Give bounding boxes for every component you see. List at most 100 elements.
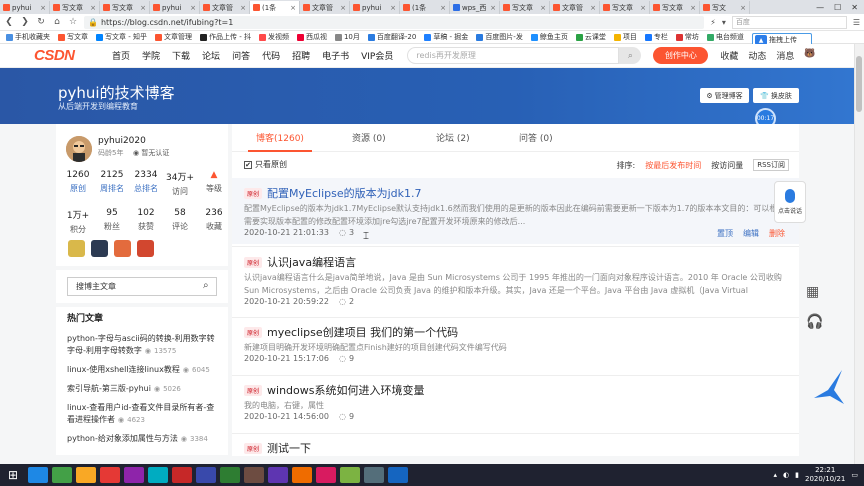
sort-by-latest[interactable]: 按最后发布时间 xyxy=(645,160,701,171)
qr-code-icon[interactable]: ▦ xyxy=(806,284,819,300)
browser-tab[interactable]: 写文章 × xyxy=(650,1,700,14)
site-search-button[interactable]: ⌕ xyxy=(619,47,642,64)
article-item[interactable]: 原创 配置MyEclipse的版本为jdk1.7 配置MyEclipse的版本为jd… xyxy=(232,178,799,244)
nav-item[interactable]: 代码 xyxy=(262,49,280,62)
tab-close-icon[interactable]: × xyxy=(390,4,396,12)
taskbar-app-icon[interactable] xyxy=(340,467,360,483)
bookmark-item[interactable]: 发视频 xyxy=(258,32,289,42)
tab-forum[interactable]: 论坛 (2) xyxy=(436,131,470,144)
forward-icon[interactable]: ❯ xyxy=(20,17,30,27)
search-icon[interactable]: ⌕ xyxy=(203,280,209,291)
taskbar-app-icon[interactable] xyxy=(28,467,48,483)
taskbar-app-icon[interactable] xyxy=(244,467,264,483)
username[interactable]: pyhui2020 xyxy=(98,136,146,146)
bookmark-item[interactable]: 写文章 - 知乎 xyxy=(96,32,147,42)
avatar[interactable] xyxy=(66,136,92,162)
tab-close-icon[interactable]: × xyxy=(740,4,746,12)
article-title[interactable]: 原创 配置MyEclipse的版本为jdk1.7 xyxy=(244,185,422,201)
article-item[interactable]: 原创 myeclipse创建项目 我们的第一个代码 新建项目明确开发环境明确配置点F… xyxy=(232,317,799,373)
taskbar-app-icon[interactable] xyxy=(100,467,120,483)
swallow-logo-icon[interactable] xyxy=(812,368,846,411)
browser-tab[interactable]: 写文 × xyxy=(700,1,750,14)
delete-button[interactable]: 删除 xyxy=(769,228,785,239)
nav-item[interactable]: 电子书 xyxy=(322,49,349,62)
nav-item[interactable]: 论坛 xyxy=(202,49,220,62)
taskbar-app-icon[interactable] xyxy=(52,467,72,483)
wifi-icon[interactable]: ▴ xyxy=(774,471,778,479)
stat-item[interactable]: ▲ 等级 xyxy=(197,170,231,197)
nav-item[interactable]: VIP会员 xyxy=(361,49,393,62)
tab-close-icon[interactable]: × xyxy=(640,4,646,12)
create-center-button[interactable]: 创作中心 xyxy=(653,47,709,64)
hot-article-item[interactable]: python-给对象添加属性与方法 ◉ 3384 xyxy=(67,433,222,445)
tab-close-icon[interactable]: × xyxy=(490,4,496,12)
bookmark-item[interactable]: 专栏 xyxy=(644,32,668,42)
hot-article-item[interactable]: 索引导航-第三版-pyhui ◉ 5026 xyxy=(67,383,222,395)
home-icon[interactable]: ⌂ xyxy=(52,17,62,27)
volume-icon[interactable]: ◐ xyxy=(783,471,789,479)
bookmark-item[interactable]: 云课堂 xyxy=(575,32,606,42)
taskbar-app-icon[interactable] xyxy=(316,467,336,483)
tab-close-icon[interactable]: × xyxy=(340,4,346,12)
bookmark-item[interactable]: 常坊 xyxy=(675,32,699,42)
browser-tab[interactable]: (1条 × xyxy=(400,1,450,14)
tab-close-icon[interactable]: × xyxy=(290,4,296,12)
article-title[interactable]: 原创 windows系统如何进入环境变量 xyxy=(244,382,424,398)
stat-item[interactable]: 236 收藏 xyxy=(197,208,231,235)
stat-item[interactable]: 2125 周排名 xyxy=(95,170,129,197)
tab-close-icon[interactable]: × xyxy=(90,4,96,12)
maximize-icon[interactable]: ☐ xyxy=(834,3,841,12)
taskbar-app-icon[interactable] xyxy=(76,467,96,483)
battery-icon[interactable]: ▮ xyxy=(795,471,799,479)
bookmark-item[interactable]: 10月 xyxy=(334,32,360,42)
browser-tab[interactable]: pyhui × xyxy=(0,1,50,14)
close-window-icon[interactable]: ✕ xyxy=(851,3,858,12)
browser-tab[interactable]: 写文章 × xyxy=(100,1,150,14)
browser-tab[interactable]: 写文章 × xyxy=(600,1,650,14)
back-icon[interactable]: ❮ xyxy=(4,17,14,27)
article-item[interactable]: 原创 测试一下 xyxy=(232,433,799,456)
minimize-icon[interactable]: — xyxy=(816,3,824,12)
hot-article-item[interactable]: linux-查看用户id-查看文件目录所有者-查看进程操作者 ◉ 4623 xyxy=(67,402,222,426)
article-title[interactable]: 原创 测试一下 xyxy=(244,440,311,456)
hot-article-item[interactable]: linux-使用xshell连接linux教程 ◉ 6045 xyxy=(67,364,222,376)
stat-item[interactable]: 95 粉丝 xyxy=(95,208,129,235)
tab-close-icon[interactable]: × xyxy=(690,4,696,12)
browser-tab[interactable]: 文章管 × xyxy=(300,1,350,14)
achievement-badge-icon[interactable] xyxy=(137,240,154,257)
change-skin-button[interactable]: 👕 换皮肤 xyxy=(753,88,799,103)
nav-item[interactable]: 首页 xyxy=(112,49,130,62)
bookmark-item[interactable]: 百度图片-发 xyxy=(476,32,523,42)
stat-item[interactable]: 2334 总排名 xyxy=(129,170,163,197)
stat-item[interactable]: 34万+ 访问 xyxy=(163,170,197,197)
bookmark-item[interactable]: 百度翻译-20 xyxy=(367,32,416,42)
bookmark-item[interactable]: 文章管理 xyxy=(154,32,192,42)
taskbar-app-icon[interactable] xyxy=(220,467,240,483)
tab-close-icon[interactable]: × xyxy=(540,4,546,12)
bookmark-item[interactable]: 鲸鱼主页 xyxy=(530,32,568,42)
achievement-badge-icon[interactable] xyxy=(114,240,131,257)
browser-tab[interactable]: (1条 × xyxy=(250,1,300,14)
nav-item[interactable]: 问答 xyxy=(232,49,250,62)
bookmark-item[interactable]: 电台频道 xyxy=(706,32,744,42)
tab-close-icon[interactable]: × xyxy=(590,4,596,12)
url-field[interactable]: 🔒 https://blog.csdn.net/ifubing?t=1 xyxy=(84,15,705,29)
browser-search-input[interactable]: 百度 xyxy=(731,15,847,29)
bookmark-item[interactable]: 项目 xyxy=(613,32,637,42)
stat-item[interactable]: 1万+ 积分 xyxy=(61,208,95,235)
bookmark-item[interactable]: 写文章 xyxy=(58,32,88,42)
tab-close-icon[interactable]: × xyxy=(440,4,446,12)
tab-close-icon[interactable]: × xyxy=(40,4,46,12)
article-title[interactable]: 原创 认识java编程语言 xyxy=(244,254,356,270)
chevron-down-icon[interactable]: ▾ xyxy=(722,18,726,27)
rss-button[interactable]: RSS订阅 xyxy=(753,159,789,171)
tab-blog[interactable]: 博客(1260) xyxy=(256,131,304,144)
voice-input-button[interactable]: 点击说话 xyxy=(774,181,806,223)
csdn-logo[interactable]: CSDN xyxy=(34,47,112,64)
achievement-badge-icon[interactable] xyxy=(68,240,85,257)
stat-item[interactable]: 102 获赞 xyxy=(129,208,163,235)
taskbar-app-icon[interactable] xyxy=(172,467,192,483)
bookmark-star-icon[interactable]: ☆ xyxy=(68,17,78,27)
pin-button[interactable]: 置顶 xyxy=(717,228,733,239)
browser-tab[interactable]: 写文章 × xyxy=(50,1,100,14)
